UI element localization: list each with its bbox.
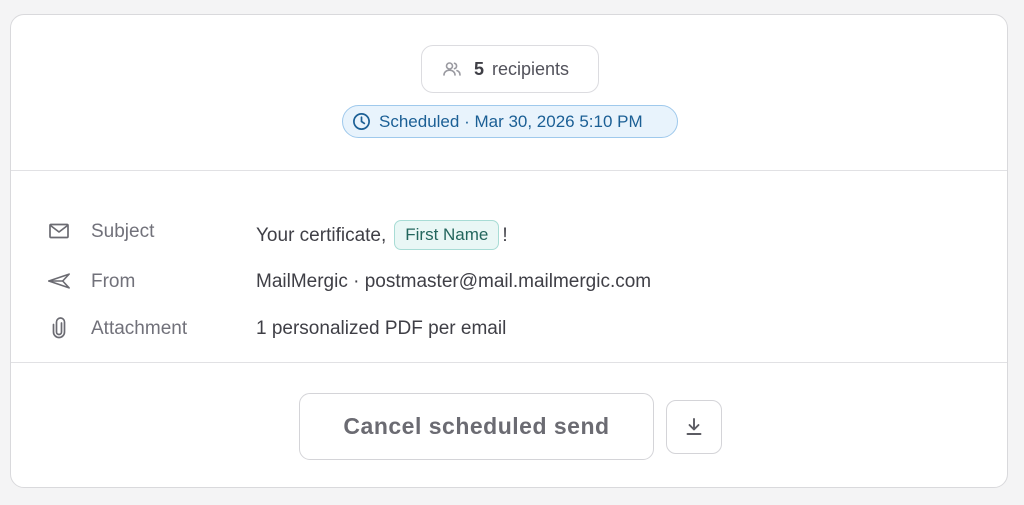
attachment-value: 1 personalized PDF per email <box>256 318 507 339</box>
download-icon <box>683 416 705 438</box>
email-details: Subject Your certificate, First Name ! F… <box>11 171 1007 363</box>
actions-bar: Cancel scheduled send <box>11 363 1007 487</box>
from-value: MailMergic · postmaster@mail.mailmergic.… <box>256 271 652 292</box>
recipients-count: 5 <box>474 58 485 79</box>
subject-text: Your certificate, <box>256 225 387 246</box>
from-label: From <box>91 271 136 292</box>
users-icon <box>442 59 462 79</box>
subject-label: Subject <box>91 221 155 242</box>
scheduled-status-badge: Scheduled · Mar 30, 2026 5:10 PM <box>342 105 678 138</box>
send-summary-card: 5 recipients Scheduled · Mar 30, 2026 5:… <box>10 14 1008 488</box>
scheduled-text: Scheduled · Mar 30, 2026 5:10 PM <box>379 111 643 131</box>
first-name-merge-tag[interactable]: First Name <box>394 220 500 250</box>
recipients-label: recipients <box>492 58 570 79</box>
mail-icon <box>47 219 71 243</box>
from-row: From MailMergic · postmaster@mail.mailme… <box>11 266 1007 296</box>
subject-row: Subject Your certificate, First Name ! <box>11 216 1007 250</box>
cancel-scheduled-send-button[interactable]: Cancel scheduled send <box>299 393 654 460</box>
paperclip-icon <box>47 316 71 340</box>
subject-suffix: ! <box>502 225 508 246</box>
clock-icon <box>351 112 371 132</box>
attachment-label: Attachment <box>91 318 188 339</box>
summary-header: 5 recipients Scheduled · Mar 30, 2026 5:… <box>11 15 1007 171</box>
attachment-row: Attachment 1 personalized PDF per email <box>11 313 1007 343</box>
recipients-pill[interactable]: 5 recipients <box>421 45 599 93</box>
subject-value: Your certificate, First Name ! <box>256 220 508 251</box>
send-icon <box>47 269 71 293</box>
download-button[interactable] <box>666 400 722 454</box>
